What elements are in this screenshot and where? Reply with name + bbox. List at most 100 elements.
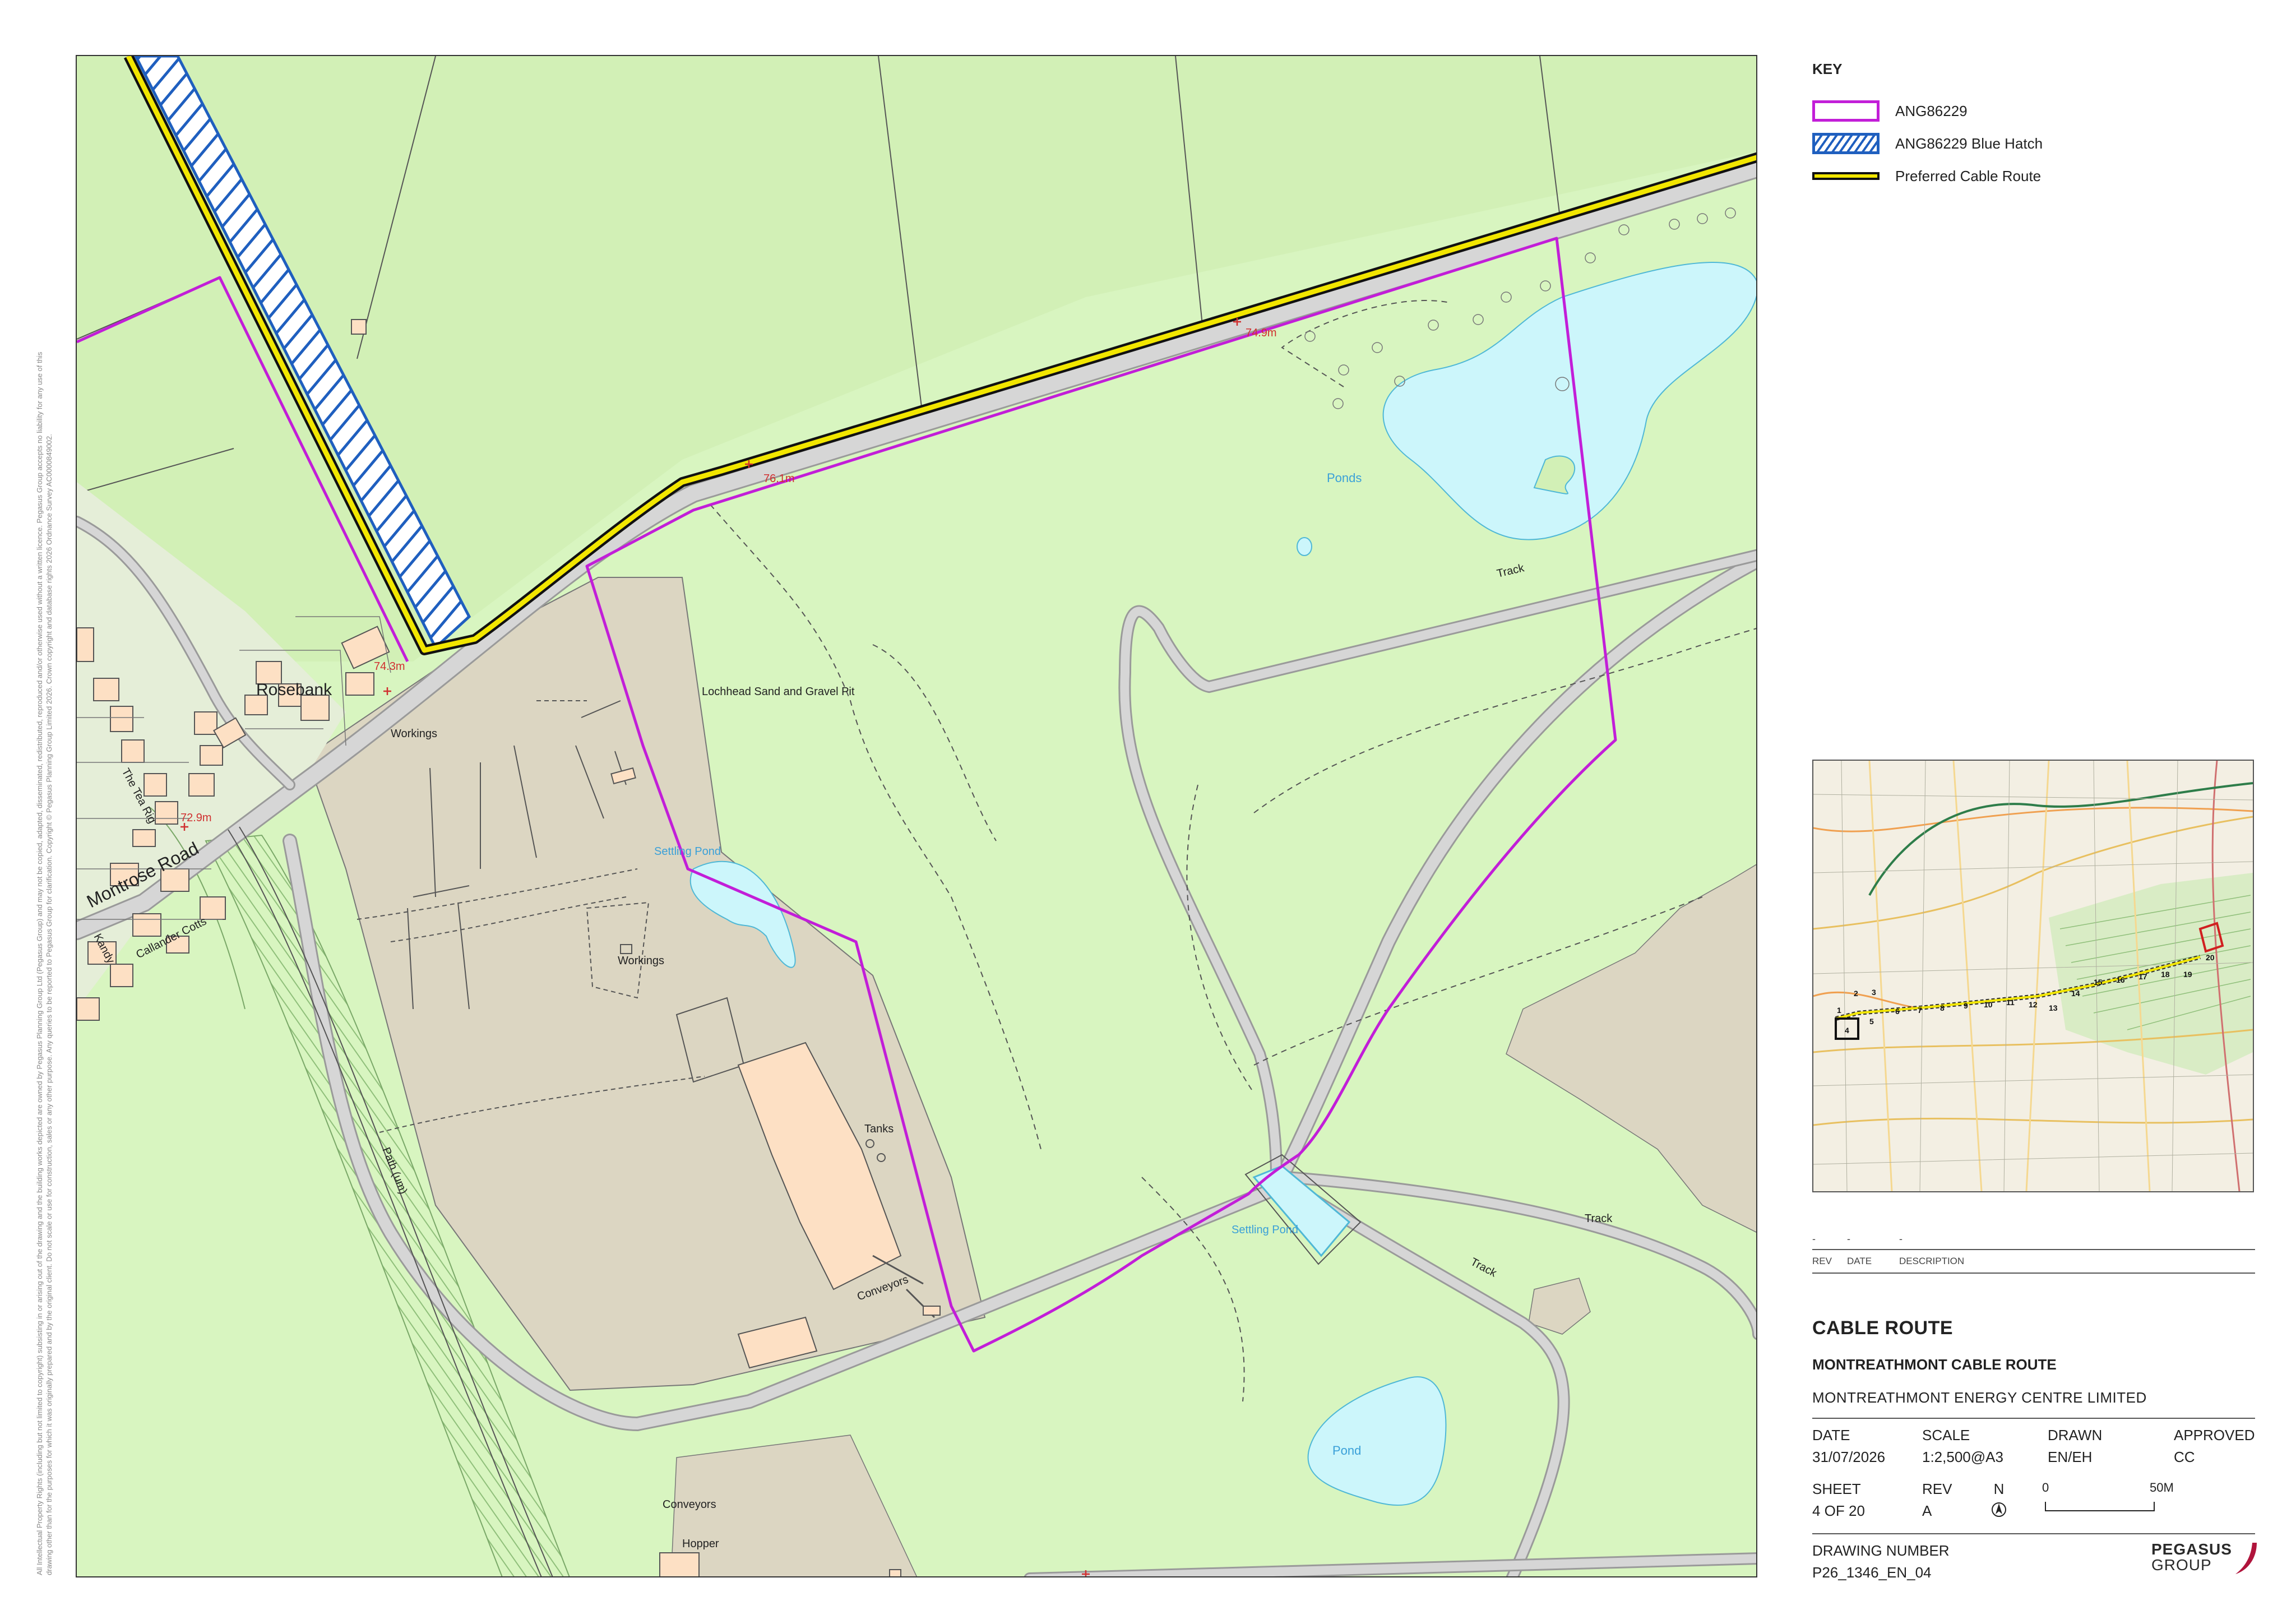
drawn-cell: DRAWN EN/EH xyxy=(2048,1427,2102,1466)
label-tanks: Tanks xyxy=(864,1123,894,1135)
north-arrow: N xyxy=(1991,1480,2007,1522)
drawing-title: CABLE ROUTE xyxy=(1812,1317,1954,1339)
client-name: MONTREATHMONT ENERGY CENTRE LIMITED xyxy=(1812,1389,2147,1406)
logo-line-1: PEGASUS xyxy=(2151,1540,2232,1558)
copyright-notice: All Intellectual Property Rights (includ… xyxy=(35,351,53,1575)
site-boundary-swatch xyxy=(1812,100,1880,122)
date-label: DATE xyxy=(1812,1427,1850,1443)
project-name: MONTREATHMONT CABLE ROUTE xyxy=(1812,1356,2057,1373)
drawn-value: EN/EH xyxy=(2048,1449,2093,1465)
blue-hatch-swatch xyxy=(1812,133,1880,154)
inset-sheet-13: 13 xyxy=(2049,1003,2058,1012)
divider xyxy=(1812,1533,2255,1534)
logo-mark-icon xyxy=(2235,1543,2257,1574)
inset-sheet-2: 2 xyxy=(1854,989,1858,998)
date-cell: DATE 31/07/2026 xyxy=(1812,1427,1885,1466)
date-header: DATE xyxy=(1847,1256,1872,1266)
label-spot-76: 76.1m xyxy=(763,473,795,485)
label-ponds: Ponds xyxy=(1327,471,1362,485)
rev-label: REV xyxy=(1922,1480,1952,1497)
inset-sheet-1: 1 xyxy=(1837,1006,1841,1015)
sheet-label: SHEET xyxy=(1812,1480,1861,1497)
key-item-blue-hatch: ANG86229 Blue Hatch xyxy=(1812,127,2261,160)
revision-row: - - - xyxy=(1812,1233,2255,1247)
drawing-info-row-2: SHEET 4 OF 20 REV A N 0 50M xyxy=(1812,1480,2255,1531)
approved-cell: APPROVED CC xyxy=(2174,1427,2255,1466)
rev-cell: REV A xyxy=(1922,1480,1952,1520)
north-arrow-icon xyxy=(1992,1502,2006,1517)
scale-bar-start: 0 xyxy=(2042,1480,2049,1495)
key-item-cable-route: Preferred Cable Route xyxy=(1812,160,2261,192)
rev-header: REV xyxy=(1812,1256,1832,1266)
key-label: ANG86229 xyxy=(1895,102,1968,119)
label-workings-2: Workings xyxy=(618,955,664,967)
main-map[interactable]: Rosebank Montrose Road The Tea Rig Kandy… xyxy=(76,55,1757,1577)
inset-sheet-19: 19 xyxy=(2183,970,2192,979)
logo-line-2: GROUP xyxy=(2151,1556,2212,1574)
inset-sheet-15: 15 xyxy=(2094,978,2103,987)
label-track-2: Track xyxy=(1585,1213,1613,1225)
inset-sheet-5: 5 xyxy=(1869,1017,1874,1026)
inset-sheet-12: 12 xyxy=(2029,1000,2038,1009)
inset-sheet-20: 20 xyxy=(2206,953,2215,962)
revision-desc: - xyxy=(1899,1233,1902,1244)
revision-table: - - - REV DATE DESCRIPTION xyxy=(1812,1233,2255,1274)
label-workings-1: Workings xyxy=(391,728,437,740)
label-settling-pond-2: Settling Pond xyxy=(1232,1224,1298,1236)
approved-value: CC xyxy=(2174,1449,2195,1465)
location-inset-map[interactable]: 1 2 3 4 5 6 7 8 9 10 11 12 13 14 15 16 1… xyxy=(1812,760,2254,1192)
divider xyxy=(1812,1273,2255,1274)
scale-cell: SCALE 1:2,500@A3 xyxy=(1922,1427,2003,1466)
inset-sheet-14: 14 xyxy=(2071,989,2080,998)
drawn-label: DRAWN xyxy=(2048,1427,2103,1443)
inset-svg: 1 2 3 4 5 6 7 8 9 10 11 12 13 14 15 16 1… xyxy=(1813,761,2253,1191)
label-spot-74-9: 74.9m xyxy=(1246,327,1277,339)
scale-value: 1:2,500@A3 xyxy=(1922,1449,2003,1465)
north-label: N xyxy=(1993,1480,2005,1497)
pegasus-logo: PEGASUS GROUP xyxy=(2151,1542,2258,1581)
revision-date: - xyxy=(1847,1233,1850,1244)
inset-sheet-16: 16 xyxy=(2116,975,2125,984)
pond-small xyxy=(1297,537,1312,556)
scale-end-value: 50 xyxy=(2150,1480,2164,1495)
inset-sheet-9: 9 xyxy=(1964,1001,1968,1010)
map-svg: Rosebank Montrose Road The Tea Rig Kandy… xyxy=(77,56,1756,1576)
label-pond: Pond xyxy=(1332,1443,1361,1458)
label-hopper: Hopper xyxy=(682,1538,719,1550)
inset-sheet-7: 7 xyxy=(1918,1006,1922,1015)
inset-sheet-8: 8 xyxy=(1940,1003,1945,1012)
revision-rev: - xyxy=(1812,1233,1816,1244)
scale-bar-end: 50M xyxy=(2150,1480,2174,1495)
label-rosebank: Rosebank xyxy=(256,681,332,699)
revision-headers: REV DATE DESCRIPTION xyxy=(1812,1250,2255,1273)
key-label: Preferred Cable Route xyxy=(1895,167,2042,184)
sheet-cell: SHEET 4 OF 20 xyxy=(1812,1480,1865,1520)
label-settling-pond-1: Settling Pond xyxy=(654,845,721,858)
map-key: KEY ANG86229 ANG86229 Blue Hatch Preferr… xyxy=(1812,61,2261,192)
inset-sheet-4: 4 xyxy=(1845,1026,1849,1035)
key-title: KEY xyxy=(1812,61,1843,77)
date-value: 31/07/2026 xyxy=(1812,1449,1886,1465)
approved-label: APPROVED xyxy=(2174,1427,2255,1443)
inset-sheet-6: 6 xyxy=(1895,1007,1900,1016)
label-spot-72-9: 72.9m xyxy=(180,812,212,824)
inset-sheet-11: 11 xyxy=(2006,998,2015,1007)
sheet-value: 4 OF 20 xyxy=(1812,1502,1865,1519)
divider xyxy=(1812,1418,2255,1419)
scale-label: SCALE xyxy=(1922,1427,1970,1443)
cable-route-swatch xyxy=(1812,172,1880,180)
inset-sheet-10: 10 xyxy=(1984,1000,1993,1009)
inset-sheet-3: 3 xyxy=(1872,988,1876,997)
label-spot-74-3: 74.3m xyxy=(374,660,405,673)
inset-sheet-17: 17 xyxy=(2138,972,2147,981)
key-label: ANG86229 Blue Hatch xyxy=(1895,135,2043,152)
inset-sheet-18: 18 xyxy=(2161,970,2170,979)
drawing-info-row-1: DATE 31/07/2026 SCALE 1:2,500@A3 DRAWN E… xyxy=(1812,1427,2255,1477)
scale-bar-graphic xyxy=(2045,1502,2155,1511)
scale-unit: M xyxy=(2163,1480,2174,1495)
label-lochhead: Lochhead Sand and Gravel Pit xyxy=(702,686,855,698)
label-conveyors-2: Conveyors xyxy=(663,1498,716,1511)
description-header: DESCRIPTION xyxy=(1899,1256,1965,1266)
key-item-site-boundary: ANG86229 xyxy=(1812,95,2261,127)
rev-value: A xyxy=(1922,1502,1932,1519)
